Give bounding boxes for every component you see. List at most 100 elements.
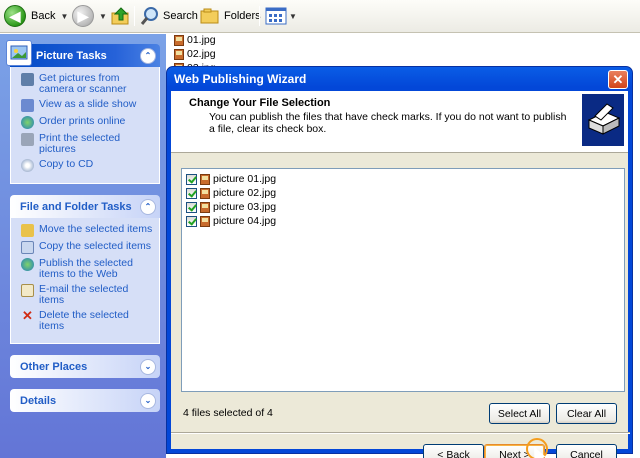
email-icon [21,284,34,297]
task-publish-web[interactable]: Publish the selected items to the Web [21,258,155,280]
file-folder-tasks-header[interactable]: File and Folder Tasks ⌃ [10,195,160,218]
picture-tasks-header[interactable]: Picture Tasks ⌃ [6,40,160,67]
task-label: Publish the selected items to the Web [39,257,133,280]
web-publishing-wizard-dialog: Web Publishing Wizard ✕ Change Your File… [166,66,633,458]
task-move-items[interactable]: Move the selected items [21,224,155,237]
toolbar-separator [259,6,260,26]
task-copy-items[interactable]: Copy the selected items [21,241,155,254]
other-places-header[interactable]: Other Places ⌄ [10,355,160,378]
jpg-file-icon [200,215,210,227]
search-button[interactable]: Search [140,4,198,28]
web-globe-icon [21,116,34,129]
expand-chevron-icon[interactable]: ⌄ [140,359,156,375]
explorer-toolbar: ◀ Back ▼ ▶ ▼ Search Folders ▼ [0,0,640,33]
picture-tasks-logo-icon [6,40,32,66]
toolbar-separator [134,6,135,26]
expand-chevron-icon[interactable]: ⌄ [140,393,156,409]
file-name: 01.jpg [187,34,216,46]
task-label: Order prints online [39,115,126,127]
other-places-panel: Other Places ⌄ [10,355,160,378]
picture-tasks-body: Get pictures from camera or scanner View… [10,67,160,184]
search-icon [140,7,158,25]
details-panel: Details ⌄ [10,389,160,412]
task-label: View as a slide show [39,98,137,110]
task-order-prints[interactable]: Order prints online [21,116,155,129]
dialog-title: Web Publishing Wizard [174,72,307,86]
forward-button[interactable]: ▶ ▼ [72,4,107,28]
close-button[interactable]: ✕ [608,70,628,89]
task-copy-to-cd[interactable]: Copy to CD [21,159,155,172]
list-item[interactable]: picture 04.jpg [186,214,620,228]
file-folder-tasks-body: Move the selected items Copy the selecte… [10,218,160,344]
list-item[interactable]: picture 02.jpg [186,186,620,200]
folders-label: Folders [224,10,261,22]
panel-title: Other Places [20,360,88,373]
up-folder-icon [111,7,129,25]
up-folder-button[interactable] [111,4,131,28]
collapse-chevron-icon[interactable]: ⌃ [140,199,156,215]
wizard-step-title: Change Your File Selection [189,97,331,109]
views-icon [265,7,287,25]
delete-icon: ✕ [22,308,33,323]
task-print-pictures[interactable]: Print the selected pictures [21,133,155,155]
web-globe-icon [21,258,34,271]
folders-button[interactable]: Folders [200,4,261,28]
jpg-file-icon [200,187,210,199]
cd-icon [21,159,34,172]
dialog-titlebar[interactable]: Web Publishing Wizard ✕ [171,67,628,91]
task-email-items[interactable]: E-mail the selected items [21,284,155,306]
list-item[interactable]: 02.jpg [174,47,216,61]
copy-icon [21,241,34,254]
jpg-file-icon [200,201,210,213]
views-button[interactable]: ▼ [265,4,297,28]
item-label: picture 01.jpg [213,173,277,185]
checkbox-checked[interactable] [186,215,197,227]
file-selection-list[interactable]: picture 01.jpg picture 02.jpg picture 03… [181,168,625,392]
move-icon [21,224,34,237]
list-item[interactable]: 01.jpg [174,33,216,47]
list-item[interactable]: picture 01.jpg [186,172,620,186]
task-get-pictures[interactable]: Get pictures from camera or scanner [21,73,155,95]
wizard-printer-icon [582,94,624,146]
task-label: E-mail the selected items [39,283,129,306]
task-label: Print the selected pictures [39,132,121,155]
folders-icon [200,8,219,24]
slideshow-icon [21,99,34,112]
chevron-down-icon: ▼ [289,11,297,21]
checkbox-checked[interactable] [186,201,197,213]
back-button[interactable]: < Back [423,444,484,458]
clear-all-button[interactable]: Clear All [556,403,617,424]
back-button[interactable]: ◀ Back ▼ [4,4,68,28]
checkbox-checked[interactable] [186,173,197,185]
task-label: Get pictures from camera or scanner [39,72,127,95]
search-label: Search [163,10,198,22]
chevron-down-icon: ▼ [60,11,69,21]
list-item[interactable]: picture 03.jpg [186,200,620,214]
back-label: Back [31,10,56,22]
task-slide-show[interactable]: View as a slide show [21,99,155,112]
jpg-file-icon [174,48,184,60]
jpg-file-icon [200,173,210,185]
details-header[interactable]: Details ⌄ [10,389,160,412]
camera-icon [21,73,34,86]
printer-icon [21,133,34,146]
close-icon: ✕ [612,71,624,87]
forward-arrow-icon: ▶ [72,5,94,27]
task-label: Copy the selected items [39,240,152,252]
jpg-file-icon [174,34,184,46]
item-label: picture 03.jpg [213,201,277,213]
task-label: Move the selected items [39,223,153,235]
file-folder-tasks-panel: File and Folder Tasks ⌃ Move the selecte… [10,195,160,344]
panel-title: File and Folder Tasks [20,200,132,213]
selection-count: 4 files selected of 4 [183,407,273,419]
select-all-button[interactable]: Select All [489,403,550,424]
task-label: Copy to CD [39,158,94,170]
checkbox-checked[interactable] [186,187,197,199]
chevron-down-icon: ▼ [99,11,107,21]
collapse-chevron-icon[interactable]: ⌃ [140,48,156,64]
cancel-button[interactable]: Cancel [556,444,617,458]
panel-title: Picture Tasks [36,49,107,62]
item-label: picture 02.jpg [213,187,277,199]
task-delete-items[interactable]: ✕ Delete the selected items [21,308,155,332]
wizard-step-subtitle: You can publish the files that have chec… [209,111,567,135]
